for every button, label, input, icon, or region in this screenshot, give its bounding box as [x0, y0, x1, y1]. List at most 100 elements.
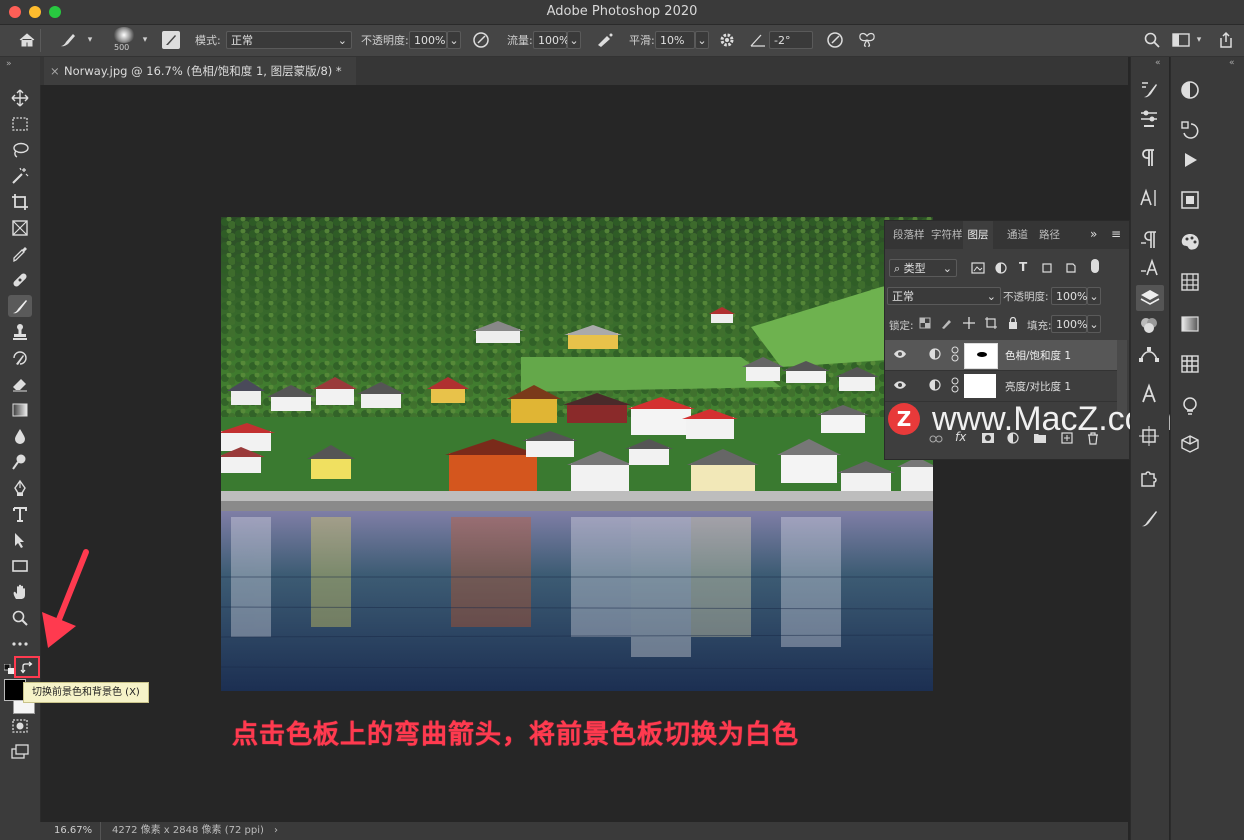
filter-shape-icon[interactable] [1041, 262, 1053, 277]
filter-smart-object-icon[interactable] [1065, 262, 1077, 277]
collapse-dock-icon[interactable]: « [1229, 58, 1235, 68]
lasso-tool[interactable] [8, 139, 32, 161]
transform-icon[interactable] [1138, 425, 1162, 449]
frame-tool[interactable] [8, 217, 32, 239]
play-actions-icon[interactable] [1179, 149, 1203, 173]
chain-link-icon[interactable] [951, 346, 959, 365]
lock-artboard-icon[interactable] [985, 317, 997, 332]
filter-adjustment-icon[interactable] [995, 262, 1007, 277]
properties-icon[interactable] [1179, 189, 1203, 213]
brush-size-preview[interactable] [113, 27, 135, 43]
tab-layers[interactable]: 图层 [963, 221, 993, 249]
layer-row[interactable]: 色相/饱和度 1 [885, 340, 1117, 371]
fill-input[interactable]: 100% [1051, 315, 1087, 333]
quick-mask-button[interactable] [8, 715, 32, 737]
clone-stamp-tool[interactable] [8, 321, 32, 343]
close-tab-icon[interactable]: × [50, 57, 60, 85]
brush-tool[interactable] [8, 295, 32, 317]
glyphs-icon[interactable] [1138, 383, 1162, 407]
chevron-down-icon[interactable]: ▾ [1192, 31, 1206, 49]
rectangle-tool[interactable] [8, 555, 32, 577]
move-tool[interactable] [8, 87, 32, 109]
tab-paragraph-styles[interactable]: 段落样 [893, 221, 925, 249]
eye-icon[interactable] [893, 380, 907, 393]
layers-panel-button[interactable] [1136, 285, 1164, 311]
zoom-level[interactable]: 16.67% [54, 822, 92, 840]
brush-tool-preset-icon[interactable] [58, 31, 78, 52]
character-styles-icon[interactable] [1138, 257, 1162, 281]
gear-icon[interactable] [718, 31, 736, 52]
chevron-down-icon[interactable]: ⌄ [1087, 315, 1101, 333]
layer-mask-thumbnail[interactable] [964, 374, 996, 398]
gradients-icon[interactable] [1179, 313, 1203, 337]
chevron-down-icon[interactable]: ▾ [138, 31, 152, 49]
tool-presets-icon[interactable] [1138, 507, 1162, 531]
dodge-tool[interactable] [8, 451, 32, 473]
expand-panel-icon[interactable]: » [6, 59, 12, 69]
search-icon[interactable] [1143, 31, 1161, 52]
layer-row[interactable]: 亮度/对比度 1 [885, 371, 1117, 402]
history-icon[interactable] [1179, 119, 1203, 143]
swatches-icon[interactable] [1179, 271, 1203, 295]
brush-panel-toggle-icon[interactable] [162, 31, 180, 49]
filter-pixel-icon[interactable] [971, 262, 985, 277]
workspace-icon[interactable] [1172, 32, 1190, 51]
blur-tool[interactable] [8, 425, 32, 447]
tab-character-styles[interactable]: 字符样 [931, 221, 963, 249]
panel-collapse-icon[interactable]: » [1090, 227, 1097, 241]
blend-mode-select[interactable]: 正常 ⌄ [887, 287, 1001, 305]
type-tool[interactable] [8, 503, 32, 525]
smoothing-input[interactable]: 10% [655, 31, 695, 49]
3d-icon[interactable] [1179, 433, 1203, 457]
airbrush-icon[interactable] [595, 31, 615, 52]
healing-brush-tool[interactable] [8, 269, 32, 291]
eraser-tool[interactable] [8, 373, 32, 395]
eyedropper-tool[interactable] [8, 243, 32, 265]
collapse-dock-icon[interactable]: « [1155, 58, 1161, 68]
character-icon[interactable] [1138, 187, 1162, 211]
gradient-tool[interactable] [8, 399, 32, 421]
filter-toggle-icon[interactable] [1091, 259, 1099, 273]
chevron-down-icon[interactable]: ⌄ [447, 31, 461, 49]
paragraph-icon[interactable] [1138, 147, 1162, 171]
pressure-size-icon[interactable] [826, 31, 844, 52]
document-canvas-image[interactable] [221, 217, 933, 691]
home-icon[interactable] [18, 31, 36, 52]
chevron-right-icon[interactable]: › [274, 822, 278, 840]
adjustments-icon[interactable] [1179, 79, 1203, 103]
panel-menu-icon[interactable]: ≡ [1111, 227, 1121, 241]
default-colors-icon[interactable] [3, 659, 14, 678]
chevron-down-icon[interactable]: ▾ [83, 31, 97, 49]
flow-input[interactable]: 100% [533, 31, 569, 49]
lightbulb-icon[interactable] [1179, 395, 1203, 419]
brushes-icon[interactable] [1138, 107, 1162, 131]
paths-icon[interactable] [1138, 343, 1162, 367]
chevron-down-icon[interactable]: ⌄ [695, 31, 709, 49]
paragraph-styles-icon[interactable] [1138, 229, 1162, 253]
mode-select[interactable]: 正常 ⌄ [226, 31, 352, 49]
pen-tool[interactable] [8, 477, 32, 499]
zoom-tool[interactable] [8, 607, 32, 629]
color-palette-icon[interactable] [1179, 231, 1203, 255]
tab-channels[interactable]: 通道 [1007, 221, 1028, 249]
more-tools-button[interactable] [8, 633, 32, 655]
patterns-icon[interactable] [1179, 353, 1203, 377]
chain-link-icon[interactable] [951, 377, 959, 396]
filter-type-icon[interactable]: T [1019, 260, 1027, 274]
lock-transparent-icon[interactable] [919, 317, 931, 332]
eye-icon[interactable] [893, 349, 907, 362]
opacity-input[interactable]: 100% [409, 31, 447, 49]
swap-colors-button[interactable] [14, 656, 40, 678]
crop-tool[interactable] [8, 191, 32, 213]
brush-settings-icon[interactable] [1138, 79, 1162, 103]
marquee-tool[interactable] [8, 113, 32, 135]
lock-position-icon[interactable] [963, 317, 975, 332]
butterfly-icon[interactable] [858, 31, 876, 52]
lock-all-icon[interactable] [1007, 316, 1019, 332]
path-selection-tool[interactable] [8, 529, 32, 551]
pressure-opacity-icon[interactable] [472, 31, 490, 52]
magic-wand-tool[interactable] [8, 165, 32, 187]
layer-opacity-input[interactable]: 100% [1051, 287, 1087, 305]
filter-kind-select[interactable]: ⌕ 类型 ⌄ [889, 259, 957, 277]
tab-paths[interactable]: 路径 [1039, 221, 1060, 249]
